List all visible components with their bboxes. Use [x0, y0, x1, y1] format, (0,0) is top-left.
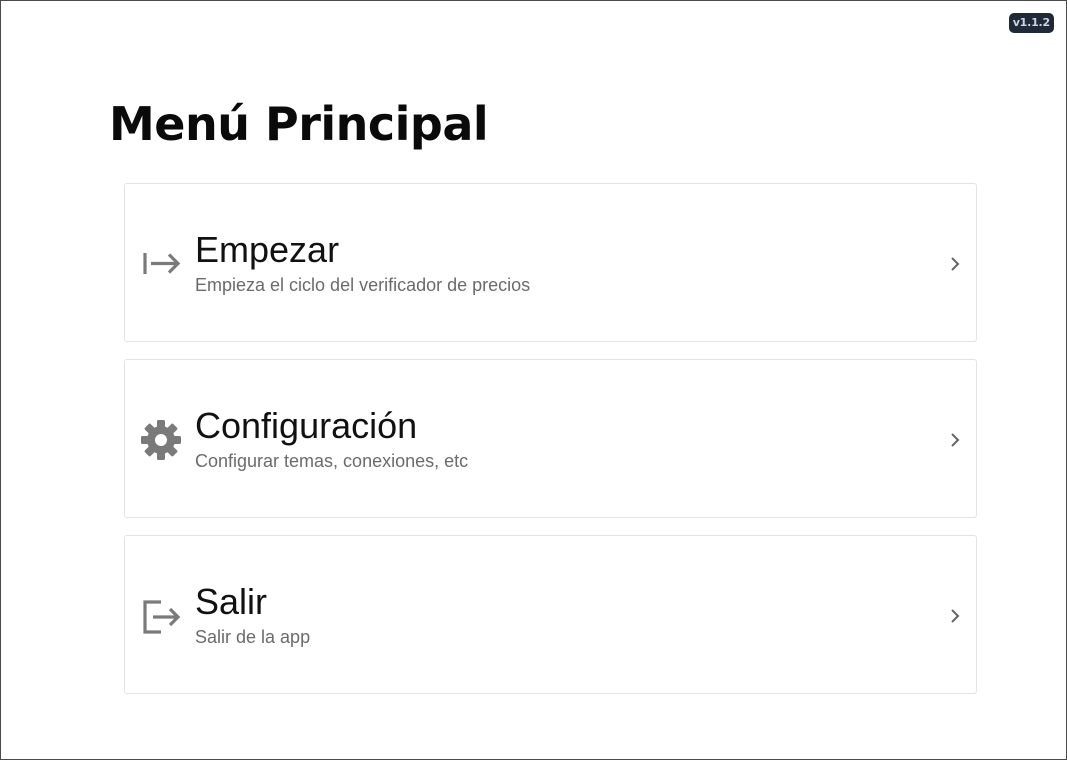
menu-item-subtitle: Salir de la app — [195, 627, 311, 647]
menu-item-configuracion[interactable]: Configuración Configurar temas, conexion… — [124, 359, 977, 518]
menu-item-salir[interactable]: Salir Salir de la app — [124, 535, 977, 694]
menu-item-empezar[interactable]: Empezar Empieza el ciclo del verificador… — [124, 183, 977, 342]
logout-icon — [139, 594, 183, 638]
menu-item-subtitle: Configurar temas, conexiones, etc — [195, 451, 469, 471]
app-window: v1.1.2 Menú Principal Empezar Empieza el… — [0, 0, 1067, 760]
menu-item-title: Salir — [195, 581, 268, 622]
chevron-right-icon — [948, 432, 962, 448]
menu-item-title: Empezar — [195, 229, 340, 270]
menu-list: Empezar Empieza el ciclo del verificador… — [124, 183, 977, 711]
chevron-right-icon — [948, 608, 962, 624]
menu-item-title: Configuración — [195, 405, 418, 446]
start-arrow-icon — [139, 242, 183, 286]
gear-icon — [139, 418, 183, 462]
menu-item-subtitle: Empieza el ciclo del verificador de prec… — [195, 275, 531, 295]
version-badge: v1.1.2 — [1008, 13, 1054, 33]
menu-item-text: Empezar Empieza el ciclo del verificador… — [195, 228, 916, 297]
menu-item-text: Configuración Configurar temas, conexion… — [195, 404, 916, 473]
page-title: Menú Principal — [109, 97, 489, 151]
chevron-right-icon — [948, 256, 962, 272]
menu-item-text: Salir Salir de la app — [195, 580, 916, 649]
